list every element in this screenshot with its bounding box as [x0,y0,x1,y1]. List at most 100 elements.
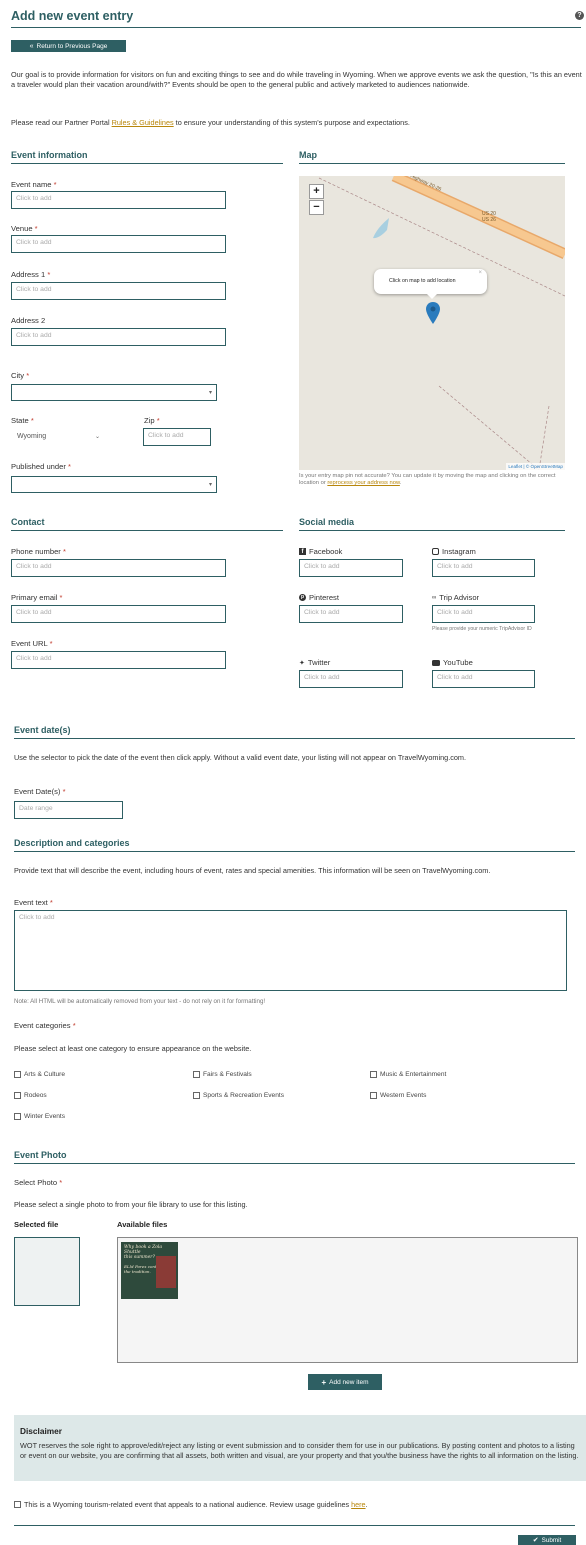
required-mark: * [59,593,63,602]
instagram-label-text: Instagram [442,547,476,556]
description-heading: Description and categories [14,838,130,848]
instagram-icon [432,548,439,555]
date-range-input[interactable]: Date range [14,801,123,819]
category-music-entertainment[interactable]: Music & Entertainment [370,1071,446,1078]
city-select[interactable]: ▾ [11,384,217,401]
required-mark: * [68,462,71,471]
published-under-select[interactable]: ▾ [11,476,217,493]
checkbox[interactable] [14,1092,21,1099]
map-popup: Click on map to add location × [374,269,487,294]
rules-text-before: Please read our Partner Portal [11,118,112,127]
required-mark: * [156,416,160,425]
file-thumbnail[interactable]: Why book a Zola Shuttle this summer? ELM… [121,1242,178,1299]
pinterest-input[interactable]: Click to add [299,605,403,623]
required-mark: * [59,1178,63,1187]
required-mark: * [34,224,38,233]
html-note: Note: All HTML will be automatically rem… [14,998,266,1005]
category-label: Arts & Culture [24,1071,66,1078]
twitter-input[interactable]: Click to add [299,670,403,688]
required-mark: * [53,180,57,189]
event-info-heading: Event information [11,150,88,160]
address1-input[interactable]: Click to add [11,282,226,300]
map-pin-icon[interactable] [426,302,440,324]
plus-icon: + [321,1377,327,1387]
category-label: Fairs & Festivals [203,1071,252,1078]
checkbox[interactable] [370,1092,377,1099]
close-icon[interactable]: × [478,270,482,276]
event-dates-label-text: Event Date(s) [14,787,61,796]
checkbox[interactable] [370,1071,377,1078]
tripadvisor-help: Please provide your numeric TripAdvisor … [432,626,532,632]
event-name-label-text: Event name [11,180,52,189]
checkbox[interactable] [14,1071,21,1078]
twitter-icon: ✦ [299,659,305,667]
select-photo-label-text: Select Photo [14,1178,58,1187]
state-select[interactable]: Wyoming ⌄ [11,428,106,446]
available-files-box[interactable]: Why book a Zola Shuttle this summer? ELM… [117,1237,578,1363]
usage-guidelines-link[interactable]: here [351,1500,365,1509]
map-attribution: Leaflet | © OpenStreetMap [506,463,565,470]
popup-text: Click on map to add location [389,278,456,284]
tripadvisor-input[interactable]: Click to add [432,605,535,623]
location-map[interactable]: Highway 20-26 US 20 US 26 + − Click on m… [299,176,565,470]
published-under-label-text: Published under [11,462,66,471]
event-url-input[interactable]: Click to add [11,651,226,669]
event-url-label-text: Event URL [11,639,48,648]
reprocess-address-link[interactable]: reprocess your address now [327,480,400,486]
address2-input[interactable]: Click to add [11,328,226,346]
category-sports-recreation[interactable]: Sports & Recreation Events [193,1092,284,1099]
zip-label-text: Zip [144,416,155,425]
social-divider [299,530,565,531]
checkbox[interactable] [193,1092,200,1099]
zoom-out-button[interactable]: − [309,200,324,215]
required-mark: * [49,898,53,907]
selected-file-box[interactable] [14,1237,80,1306]
popup-tip [427,294,437,299]
footer-divider [14,1525,575,1526]
event-text-label-text: Event text [14,898,48,907]
consent-text-before: This is a Wyoming tourism-related event … [24,1500,352,1509]
checkbox[interactable] [14,1113,21,1120]
category-rodeos[interactable]: Rodeos [14,1092,47,1099]
chevron-down-icon: ▾ [208,482,212,488]
submit-button[interactable]: ✔ Submit [518,1535,576,1545]
facebook-input[interactable]: Click to add [299,559,403,577]
phone-input[interactable]: Click to add [11,559,226,577]
category-label: Rodeos [24,1092,47,1099]
facebook-icon: f [299,548,306,555]
tripadvisor-label: ∞ Trip Advisor [432,593,479,602]
event-name-input[interactable]: Click to add [11,191,226,209]
consent-checkbox[interactable] [14,1501,21,1508]
state-label-text: State [11,416,29,425]
event-photo-divider [14,1163,575,1164]
rules-guidelines-link[interactable]: Rules & Guidelines [112,118,174,127]
consent-row[interactable]: This is a Wyoming tourism-related event … [14,1500,368,1509]
return-button[interactable]: « Return to Previous Page [11,40,126,52]
category-arts-culture[interactable]: Arts & Culture [14,1071,65,1078]
zip-label: Zip * [144,416,160,425]
category-western-events[interactable]: Western Events [370,1092,426,1099]
phone-label-text: Phone number [11,547,61,556]
add-new-item-button[interactable]: + Add new item [308,1374,382,1390]
email-input[interactable]: Click to add [11,605,226,623]
category-fairs-festivals[interactable]: Fairs & Festivals [193,1071,252,1078]
instagram-input[interactable]: Click to add [432,559,535,577]
required-mark: * [62,787,66,796]
zoom-in-button[interactable]: + [309,184,324,199]
youtube-input[interactable]: Click to add [432,670,535,688]
event-categories-label: Event categories * [14,1021,76,1030]
event-text-area[interactable]: Click to add [14,910,567,991]
zip-input[interactable]: Click to add [143,428,211,446]
return-button-label: Return to Previous Page [36,42,108,50]
checkbox[interactable] [193,1071,200,1078]
help-icon[interactable]: ? [575,11,584,20]
facebook-label-text: Facebook [309,547,343,556]
pinterest-label: p Pinterest [299,593,339,602]
category-winter-events[interactable]: Winter Events [14,1113,65,1120]
required-mark: * [26,371,30,380]
available-files-label: Available files [117,1220,168,1229]
venue-label-text: Venue [11,224,33,233]
consent-text: This is a Wyoming tourism-related event … [24,1500,368,1509]
venue-input[interactable]: Click to add [11,235,226,253]
description-divider [14,851,575,852]
